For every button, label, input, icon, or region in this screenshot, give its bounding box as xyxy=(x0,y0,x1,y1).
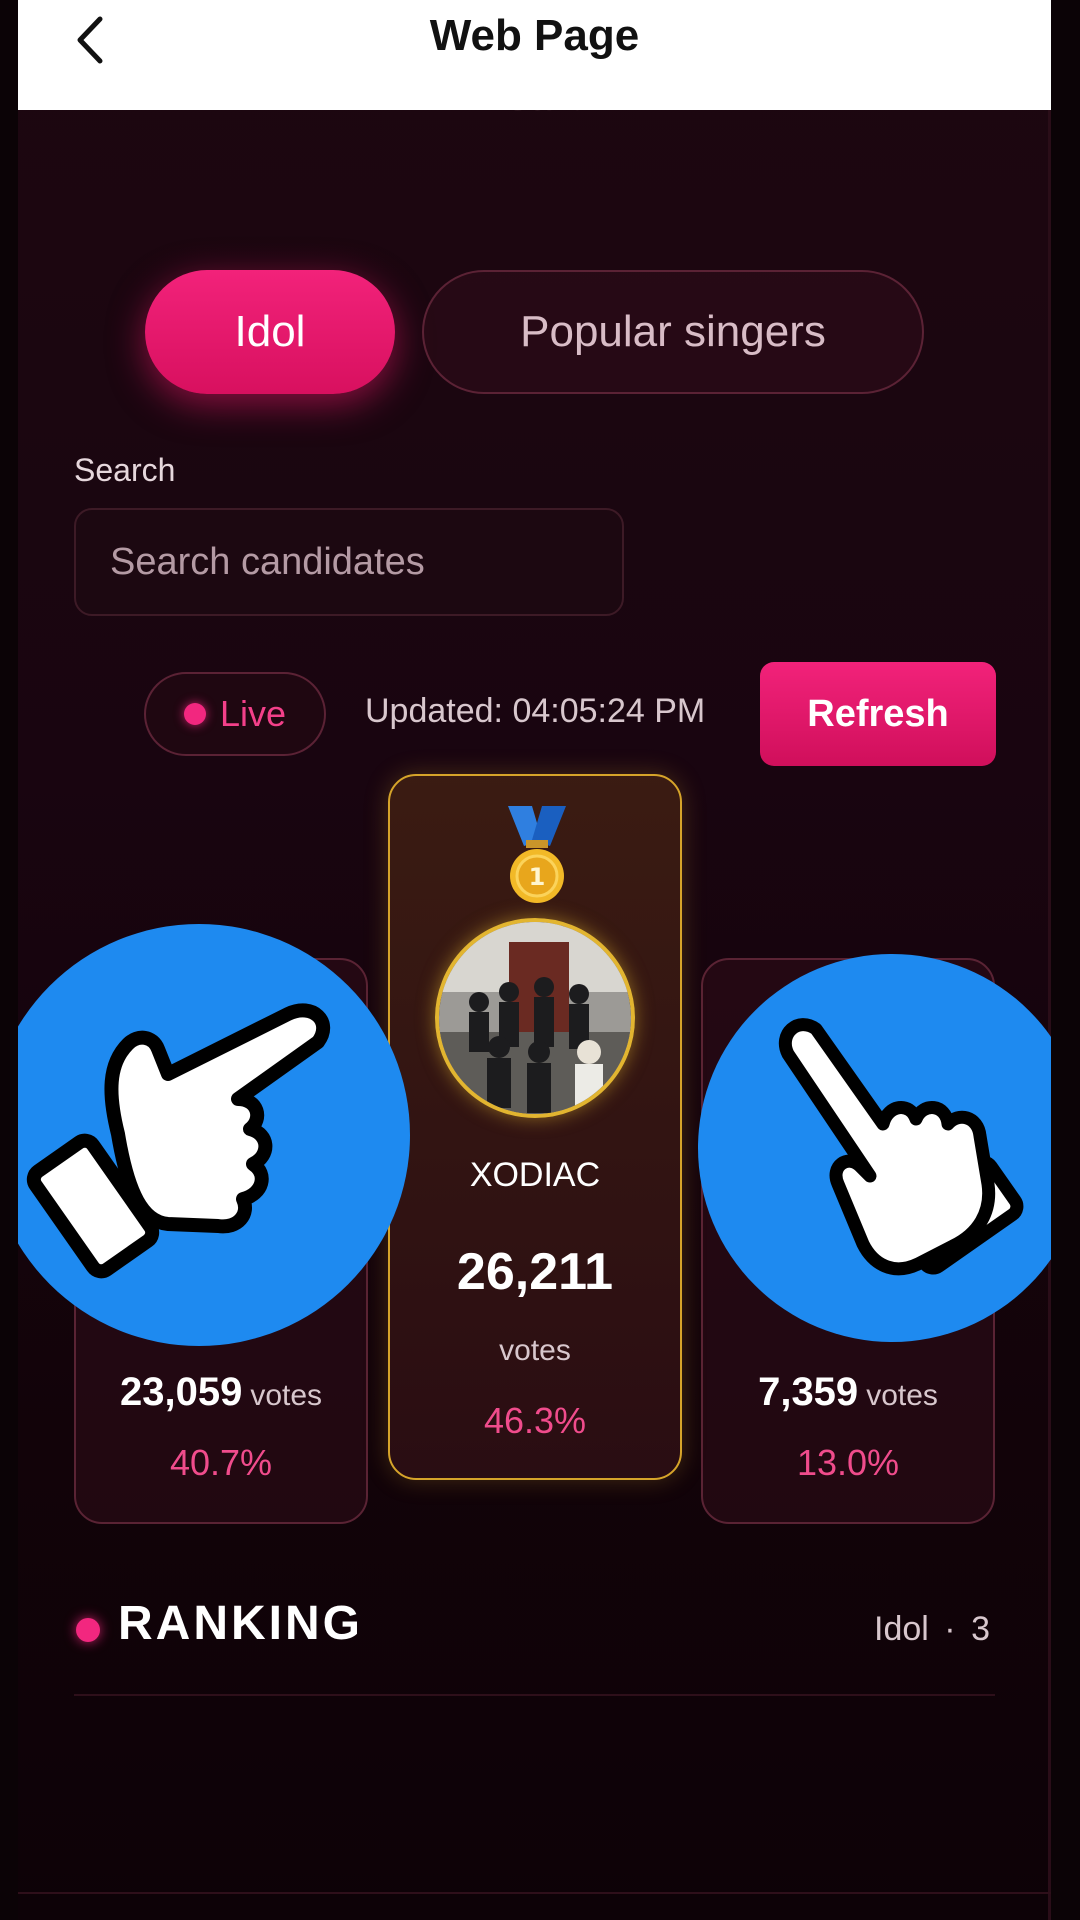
ranking-count: 3 xyxy=(971,1610,990,1648)
search-input[interactable] xyxy=(74,508,624,616)
page-title: Web Page xyxy=(429,11,640,60)
vote-count: 26,211 xyxy=(456,1243,614,1301)
podium-card-first[interactable]: 1 XODIAC 26,211 votes 46.3% xyxy=(388,774,682,1480)
pointing-hand-icon xyxy=(26,1003,331,1279)
back-button[interactable] xyxy=(62,12,118,68)
tab-popular-singers[interactable]: Popular singers xyxy=(422,270,924,394)
ranking-separator: · xyxy=(944,1610,956,1648)
pointing-hand-overlay-left xyxy=(18,924,410,1346)
app-screen: Web Page Board Idol Popular singers Sear… xyxy=(18,0,1051,1920)
refresh-button[interactable]: Refresh xyxy=(760,662,996,766)
divider xyxy=(74,1694,995,1696)
divider xyxy=(18,1892,1051,1894)
candidate-name: XODIAC xyxy=(469,1156,601,1194)
tab-idol[interactable]: Idol xyxy=(145,270,395,394)
votes-label: votes xyxy=(250,1379,323,1412)
vote-percent: 46.3% xyxy=(483,1400,587,1441)
candidate-avatar xyxy=(435,918,635,1118)
live-badge: Live xyxy=(144,672,326,756)
vote-count: 7,359 xyxy=(758,1370,859,1414)
ranking-category: Idol xyxy=(874,1610,929,1648)
live-dot-icon xyxy=(183,703,206,725)
updated-timestamp: Updated: 04:05:24 PM xyxy=(365,692,706,730)
live-label: Live xyxy=(219,693,287,734)
group-photo xyxy=(439,922,631,1114)
pointing-hand-icon xyxy=(778,1018,1024,1276)
svg-text:1: 1 xyxy=(529,863,546,891)
chevron-left-icon xyxy=(77,16,103,64)
ranking-meta: Idol · 3 xyxy=(874,1610,990,1649)
vote-count: 23,059 xyxy=(119,1370,243,1414)
votes-row: 7,359 votes xyxy=(703,1370,993,1415)
votes-label: votes xyxy=(866,1379,938,1412)
top-bar: Web Page xyxy=(18,0,1051,110)
search-label: Search xyxy=(74,452,176,488)
vote-percent: 40.7% xyxy=(169,1442,273,1483)
pointing-hand-overlay-right xyxy=(698,954,1051,1342)
vote-percent: 13.0% xyxy=(796,1442,900,1483)
ranking-title: RANKING xyxy=(118,1597,363,1650)
category-tabs: Idol Popular singers xyxy=(18,270,1051,394)
gold-medal-icon: 1 xyxy=(508,806,566,903)
votes-row: 23,059 votes xyxy=(76,1370,366,1415)
ranking-dot-icon xyxy=(76,1618,100,1642)
votes-label: votes xyxy=(499,1334,571,1367)
